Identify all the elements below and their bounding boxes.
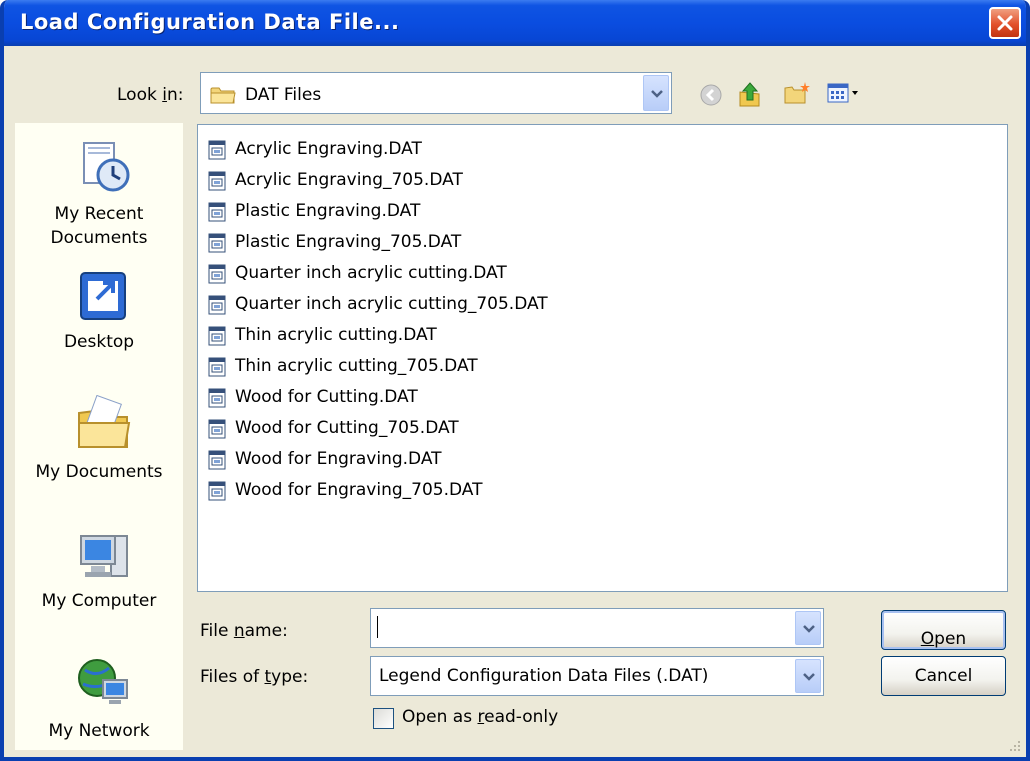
file-name: Acrylic Engraving.DAT — [235, 139, 422, 159]
dat-file-icon — [208, 295, 226, 315]
recent-documents-icon — [83, 142, 130, 192]
file-list[interactable]: Acrylic Engraving.DAT Acrylic Engraving_… — [197, 124, 1008, 592]
file-name: Thin acrylic cutting.DAT — [235, 325, 437, 345]
look-in-value: DAT Files — [245, 85, 322, 105]
chevron-down-icon — [651, 90, 663, 98]
file-name: Wood for Cutting.DAT — [235, 387, 418, 407]
up-folder-icon[interactable] — [737, 80, 763, 108]
place-label: Documents — [50, 228, 148, 248]
look-in-label: Look in: — [117, 85, 184, 105]
places-bar: My Recent Documents Desktop My Documents — [15, 123, 183, 750]
file-name: Wood for Engraving.DAT — [235, 449, 442, 469]
dat-file-icon — [208, 357, 226, 377]
chevron-down-icon — [803, 673, 815, 681]
open-button[interactable]: Open — [881, 610, 1006, 650]
desktop-icon — [80, 272, 126, 320]
chevron-down-icon — [803, 625, 815, 633]
place-label: My Documents — [35, 462, 163, 482]
text-caret — [377, 616, 378, 638]
resize-grip-icon[interactable] — [1006, 737, 1022, 753]
dat-file-icon — [208, 450, 226, 470]
file-name: Wood for Cutting_705.DAT — [235, 418, 459, 438]
read-only-label[interactable]: Open as read-only — [402, 707, 558, 727]
file-name-label: File name: — [200, 621, 288, 641]
file-type-dropdown-arrow[interactable] — [795, 659, 821, 693]
place-label: My Computer — [41, 591, 157, 611]
close-button[interactable] — [989, 7, 1021, 39]
look-in-dropdown[interactable]: DAT Files — [200, 72, 672, 114]
my-documents-icon — [78, 395, 131, 448]
dat-file-icon — [208, 326, 226, 346]
dat-file-icon — [208, 171, 226, 191]
dat-file-icon — [208, 202, 226, 222]
file-name: Quarter inch acrylic cutting.DAT — [235, 263, 507, 283]
place-label: Desktop — [63, 332, 135, 352]
load-config-dialog: Load Configuration Data File... Look in:… — [0, 0, 1030, 761]
dat-file-icon — [208, 233, 226, 253]
file-name: Wood for Engraving_705.DAT — [235, 480, 483, 500]
file-name: Thin acrylic cutting_705.DAT — [235, 356, 478, 376]
place-label: My Network — [48, 721, 150, 741]
file-type-value: Legend Configuration Data Files (.DAT) — [379, 666, 709, 686]
read-only-checkbox[interactable] — [373, 708, 394, 729]
close-icon — [997, 15, 1013, 31]
cancel-button[interactable]: Cancel — [881, 656, 1006, 696]
dat-file-icon — [208, 419, 226, 439]
views-menu-icon[interactable] — [827, 83, 861, 105]
look-in-dropdown-arrow[interactable] — [643, 75, 669, 111]
file-type-label: Files of type: — [200, 667, 309, 687]
dat-file-icon — [208, 140, 226, 160]
place-label: My Recent — [54, 204, 144, 224]
file-name-input[interactable] — [370, 608, 824, 648]
file-name: Plastic Engraving.DAT — [235, 201, 421, 221]
file-name: Acrylic Engraving_705.DAT — [235, 170, 463, 190]
back-icon[interactable] — [699, 83, 723, 107]
file-name: Plastic Engraving_705.DAT — [235, 232, 462, 252]
new-folder-icon[interactable] — [783, 80, 811, 106]
title-bar[interactable]: Load Configuration Data File... — [4, 0, 1026, 46]
dat-file-icon — [208, 388, 226, 408]
my-network-icon — [78, 659, 128, 704]
file-name-dropdown-arrow[interactable] — [795, 611, 821, 645]
window-title: Load Configuration Data File... — [20, 10, 400, 34]
dat-file-icon — [208, 264, 226, 284]
my-computer-icon — [80, 535, 128, 577]
file-name: Quarter inch acrylic cutting_705.DAT — [235, 294, 548, 314]
file-type-dropdown[interactable]: Legend Configuration Data Files (.DAT) — [370, 656, 824, 696]
dat-file-icon — [208, 481, 226, 501]
folder-icon — [210, 87, 236, 104]
